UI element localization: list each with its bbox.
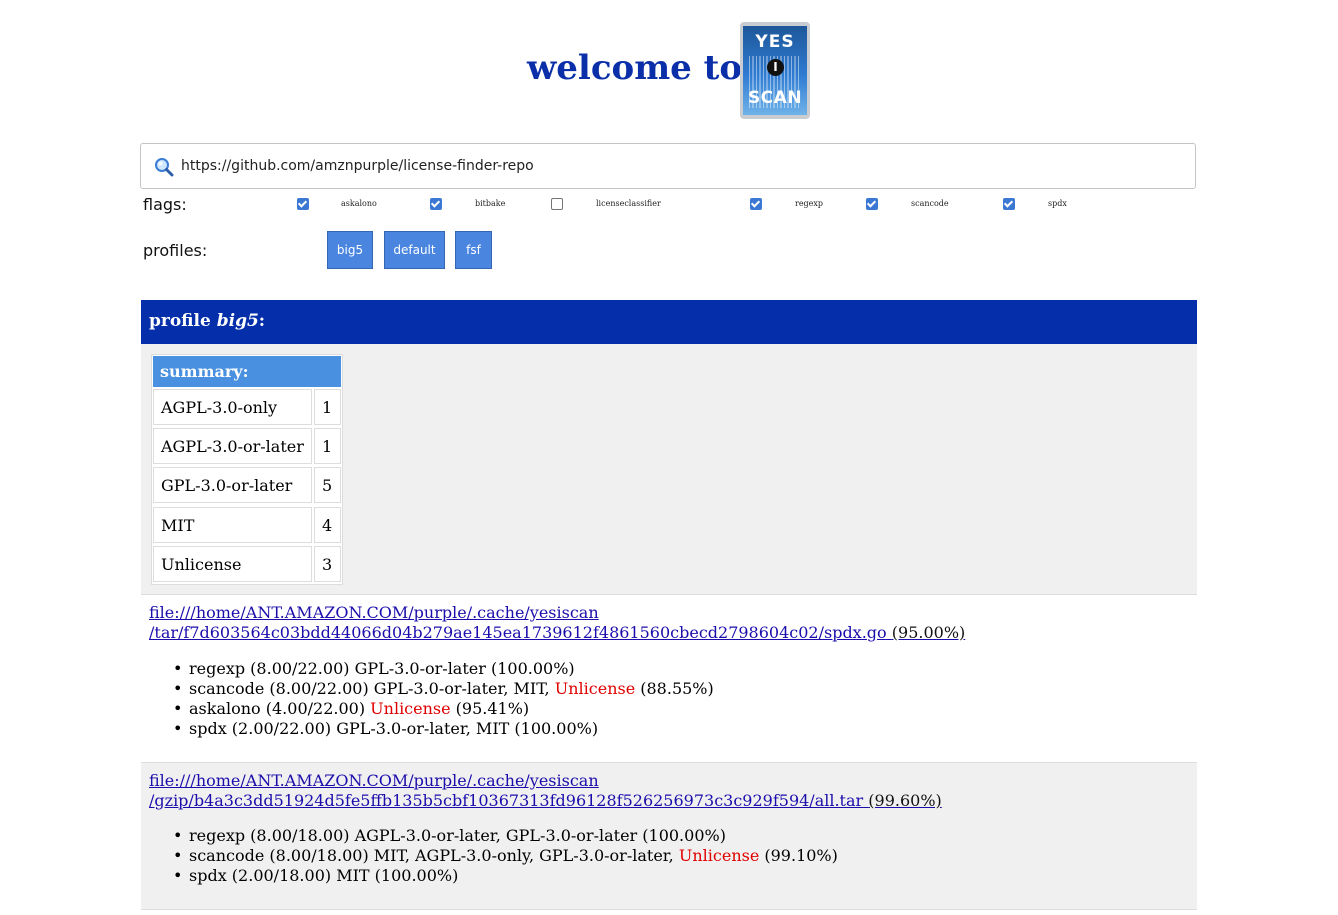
yesiscan-logo: YES I SCAN	[740, 22, 810, 119]
profiles-label: profiles:	[143, 241, 208, 260]
list-item: spdx (2.00/18.00) MIT (100.00%)	[173, 866, 838, 886]
unlicense-highlight: Unlicense	[554, 679, 636, 698]
unlicense-highlight: Unlicense	[678, 846, 760, 865]
file-result: file:///home/ANT.AMAZON.COM/purple/.cach…	[141, 762, 1197, 910]
table-row: MIT 4	[153, 507, 341, 543]
result-text: regexp (8.00/18.00) AGPL-3.0-or-later, G…	[189, 826, 726, 845]
profile-button-default[interactable]: default	[384, 231, 445, 269]
file-link-part1: file:///home/ANT.AMAZON.COM/purple/.cach…	[149, 771, 599, 790]
summary-license: MIT	[153, 507, 312, 543]
summary-count: 4	[314, 507, 341, 543]
header: welcome to YES I SCAN	[0, 22, 1338, 120]
flag-label-regexp: regexp	[795, 199, 824, 208]
checkbox-bitbake[interactable]	[430, 198, 442, 210]
file-percent: (95.00%)	[891, 623, 966, 642]
search-input[interactable]	[181, 144, 1171, 188]
summary-count: 3	[314, 546, 341, 582]
logo-text-yes: YES	[755, 32, 795, 52]
summary-count: 1	[314, 389, 341, 425]
result-text: askalono (4.00/22.00)	[189, 699, 371, 718]
summary-license: Unlicense	[153, 546, 312, 582]
profile-button-big5[interactable]: big5	[327, 231, 373, 269]
profile-title-suffix: :	[258, 311, 266, 331]
summary-count: 5	[314, 467, 341, 503]
result-text-tail: (99.10%)	[759, 846, 838, 865]
checkbox-licenseclassifier[interactable]	[551, 198, 563, 210]
profile-button-fsf[interactable]: fsf	[455, 231, 492, 269]
list-item: spdx (2.00/22.00) GPL-3.0-or-later, MIT …	[173, 719, 714, 739]
results-list: regexp (8.00/22.00) GPL-3.0-or-later (10…	[173, 659, 714, 739]
flag-label-bitbake: bitbake	[475, 199, 506, 208]
checkbox-regexp[interactable]	[750, 198, 762, 210]
flag-label-askalono: askalono	[341, 199, 377, 208]
flags-label: flags:	[143, 195, 187, 214]
search-icon	[155, 158, 174, 177]
result-text: spdx (2.00/22.00) GPL-3.0-or-later, MIT …	[189, 719, 599, 738]
summary-title: summary:	[153, 356, 341, 387]
profile-name: big5	[216, 311, 259, 331]
list-item: scancode (8.00/22.00) GPL-3.0-or-later, …	[173, 679, 714, 699]
file-link-part1: file:///home/ANT.AMAZON.COM/purple/.cach…	[149, 603, 599, 622]
summary-area: summary: AGPL-3.0-only 1 AGPL-3.0-or-lat…	[141, 344, 1197, 594]
search-bar[interactable]	[140, 143, 1196, 189]
flag-label-scancode: scancode	[911, 199, 949, 208]
table-row: AGPL-3.0-or-later 1	[153, 428, 341, 464]
unlicense-highlight: Unlicense	[370, 699, 451, 718]
table-row: Unlicense 3	[153, 546, 341, 582]
flag-label-spdx: spdx	[1048, 199, 1067, 208]
summary-table: summary: AGPL-3.0-only 1 AGPL-3.0-or-lat…	[151, 354, 343, 585]
logo-text-scan: SCAN	[747, 88, 803, 108]
file-percent: (99.60%)	[868, 791, 942, 810]
summary-license: GPL-3.0-or-later	[153, 467, 312, 503]
file-link-part2: /gzip/b4a3c3dd51924d5fe5ffb135b5cbf10367…	[149, 791, 864, 810]
table-row: AGPL-3.0-only 1	[153, 389, 341, 425]
profile-header: profile big5:	[141, 300, 1197, 344]
summary-license: AGPL-3.0-or-later	[153, 428, 312, 464]
file-link-line: file:///home/ANT.AMAZON.COM/purple/.cach…	[149, 603, 965, 643]
results-list: regexp (8.00/18.00) AGPL-3.0-or-later, G…	[173, 826, 838, 886]
checkbox-askalono[interactable]	[297, 198, 309, 210]
file-link[interactable]: file:///home/ANT.AMAZON.COM/purple/.cach…	[149, 603, 887, 642]
list-item: scancode (8.00/18.00) MIT, AGPL-3.0-only…	[173, 846, 838, 866]
result-text: scancode (8.00/18.00) MIT, AGPL-3.0-only…	[189, 846, 679, 865]
result-text: regexp (8.00/22.00) GPL-3.0-or-later (10…	[189, 659, 575, 678]
summary-license: AGPL-3.0-only	[153, 389, 312, 425]
file-link[interactable]: file:///home/ANT.AMAZON.COM/purple/.cach…	[149, 771, 863, 810]
result-text-tail: (95.41%)	[450, 699, 530, 718]
file-result: file:///home/ANT.AMAZON.COM/purple/.cach…	[141, 594, 1197, 762]
flag-label-licenseclassifier: licenseclassifier	[596, 199, 661, 208]
profile-title-prefix: profile	[149, 311, 217, 331]
file-link-line: file:///home/ANT.AMAZON.COM/purple/.cach…	[149, 771, 942, 811]
checkbox-scancode[interactable]	[866, 198, 878, 210]
file-link-part2: /tar/f7d603564c03bdd44066d04b279ae145ea1…	[149, 623, 887, 642]
welcome-heading: welcome to	[527, 48, 743, 88]
list-item: regexp (8.00/18.00) AGPL-3.0-or-later, G…	[173, 826, 838, 846]
list-item: regexp (8.00/22.00) GPL-3.0-or-later (10…	[173, 659, 714, 679]
list-item: askalono (4.00/22.00) Unlicense (95.41%)	[173, 699, 714, 719]
result-text: spdx (2.00/18.00) MIT (100.00%)	[189, 866, 459, 885]
logo-text-i: I	[767, 59, 784, 76]
profile-title: profile big5:	[149, 311, 265, 331]
table-row: GPL-3.0-or-later 5	[153, 467, 341, 503]
checkbox-spdx[interactable]	[1003, 198, 1015, 210]
summary-count: 1	[314, 428, 341, 464]
logo-can: YES I SCAN	[743, 26, 807, 115]
result-text: scancode (8.00/22.00) GPL-3.0-or-later, …	[189, 679, 555, 698]
result-text-tail: (88.55%)	[635, 679, 714, 698]
